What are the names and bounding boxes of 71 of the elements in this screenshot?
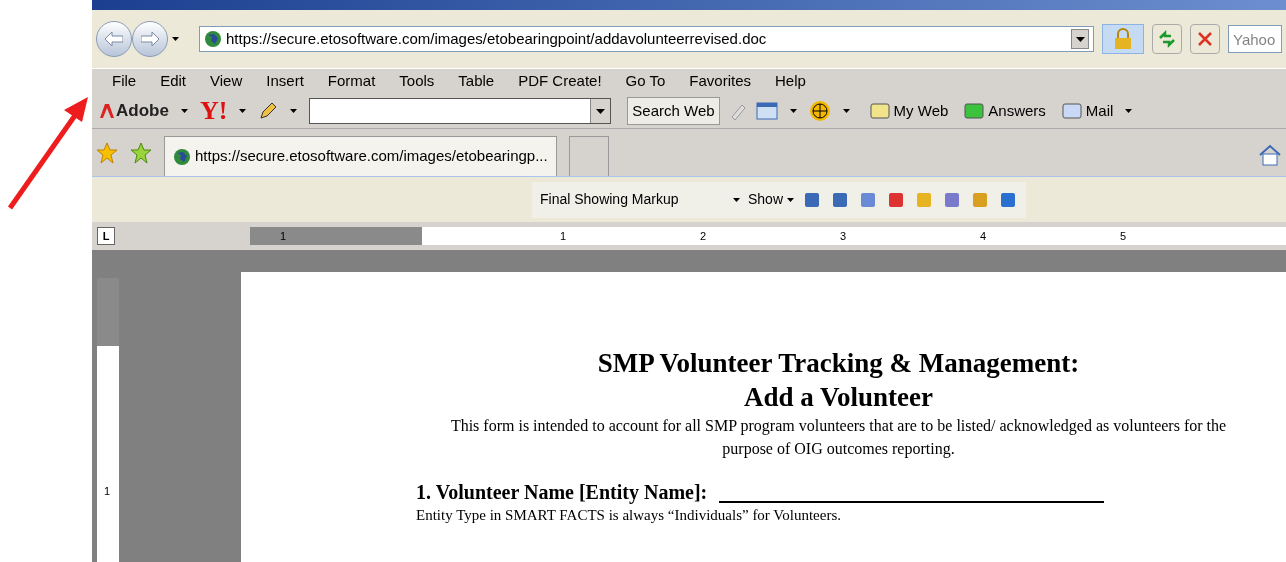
add-favorite-icon[interactable] <box>130 142 152 164</box>
toolbar-icon <box>964 102 985 120</box>
menu-item[interactable]: PDF Create! <box>518 70 602 93</box>
menu-item[interactable]: Tools <box>399 70 435 93</box>
caret-icon <box>787 197 795 202</box>
refresh-button[interactable] <box>1152 24 1182 54</box>
section-note: Entity Type in SMART FACTS is always “Individuals” for Volunteers. <box>416 507 842 523</box>
show-button[interactable]: Show <box>748 189 795 210</box>
caret-icon <box>733 197 740 202</box>
back-button[interactable] <box>96 21 132 57</box>
search-web-button[interactable]: Search Web <box>627 97 720 125</box>
ruler-number: 4 <box>980 228 987 244</box>
toolbar-search-field[interactable] <box>309 98 612 124</box>
forward-arrow-icon <box>141 32 159 46</box>
caret-icon <box>1075 36 1085 42</box>
browser-tab[interactable]: https://secure.etosoftware.com/images/etobearingp... <box>164 136 557 176</box>
document-title: Add a Volunteer <box>743 381 933 414</box>
caret-icon[interactable] <box>1125 109 1133 113</box>
window-icon[interactable] <box>755 101 778 121</box>
caret-icon[interactable] <box>789 109 797 113</box>
menu-item[interactable]: Favorites <box>689 70 751 93</box>
menu-item[interactable]: Insert <box>266 70 304 93</box>
caret-icon <box>596 108 606 114</box>
section-heading: 1. Volunteer Name [Entity Name]: <box>416 480 708 506</box>
tab-stop-button[interactable]: L <box>97 227 115 245</box>
ruler-number: 1 <box>104 484 111 499</box>
close-icon <box>1198 32 1212 46</box>
caret-icon[interactable] <box>842 109 850 113</box>
dropdown-button[interactable] <box>590 99 611 123</box>
url-text: https://secure.etosoftware.com/images/etobearingpoint/addavolunteerrevised.doc <box>226 28 768 49</box>
globe-icon <box>173 147 191 166</box>
adobe-mark-icon <box>100 104 114 119</box>
menu-item[interactable]: Go To <box>625 70 666 93</box>
caret-icon[interactable] <box>172 37 179 41</box>
menu-item[interactable]: Format <box>327 70 376 93</box>
padlock-icon <box>1114 28 1132 50</box>
search-field[interactable]: Yahoo <box>1228 25 1282 53</box>
fill-in-line[interactable] <box>719 499 1105 503</box>
toolbar-button[interactable]: My Web <box>869 99 949 123</box>
ruler-number: 1 <box>560 228 567 244</box>
ruler-number: 3 <box>840 228 847 244</box>
caret-icon[interactable] <box>180 109 188 113</box>
home-icon[interactable] <box>1258 144 1282 166</box>
stop-button[interactable] <box>1190 24 1220 54</box>
globe-icon <box>204 30 222 48</box>
ruler-number: 2 <box>700 228 707 244</box>
menu-item[interactable]: Help <box>775 70 806 93</box>
caret-icon[interactable] <box>239 109 247 113</box>
markup-dropdown[interactable]: Final Showing Markup <box>540 187 740 212</box>
menu-item[interactable]: File <box>112 70 137 93</box>
toolbar-icon <box>1061 102 1082 120</box>
document-title: SMP Volunteer Tracking & Management: <box>597 347 1080 380</box>
ruler-number: 5 <box>1120 228 1127 244</box>
star-icon[interactable] <box>96 142 118 164</box>
intro-paragraph: This form is intended to account for all SMP program volunteers that are to be listed/ acknowledged as volunteers for the purpose of OIG outcomes reporting. <box>449 416 1228 460</box>
caret-icon[interactable] <box>290 109 298 113</box>
menu-item[interactable]: Table <box>458 70 495 93</box>
toolbar-button[interactable]: Answers <box>964 99 1046 123</box>
toolbar-icon <box>869 102 890 120</box>
address-field[interactable]: https://secure.etosoftware.com/images/etobearingpoint/addavolunteerrevised.doc <box>199 26 1094 52</box>
toolbar-button[interactable]: Mail <box>1061 99 1114 123</box>
ruler-margin <box>97 278 119 346</box>
menu-item[interactable]: Edit <box>160 70 187 93</box>
adobe-logo[interactable]: Adobe <box>100 98 169 124</box>
globe-icon[interactable] <box>808 100 831 122</box>
back-arrow-icon <box>105 32 123 46</box>
menu-item[interactable]: View <box>210 70 243 93</box>
pencil-icon[interactable] <box>258 101 279 121</box>
ruler-number: 1 <box>280 228 287 244</box>
arrows-icon <box>1158 30 1176 48</box>
dropdown-button[interactable] <box>1071 29 1089 49</box>
